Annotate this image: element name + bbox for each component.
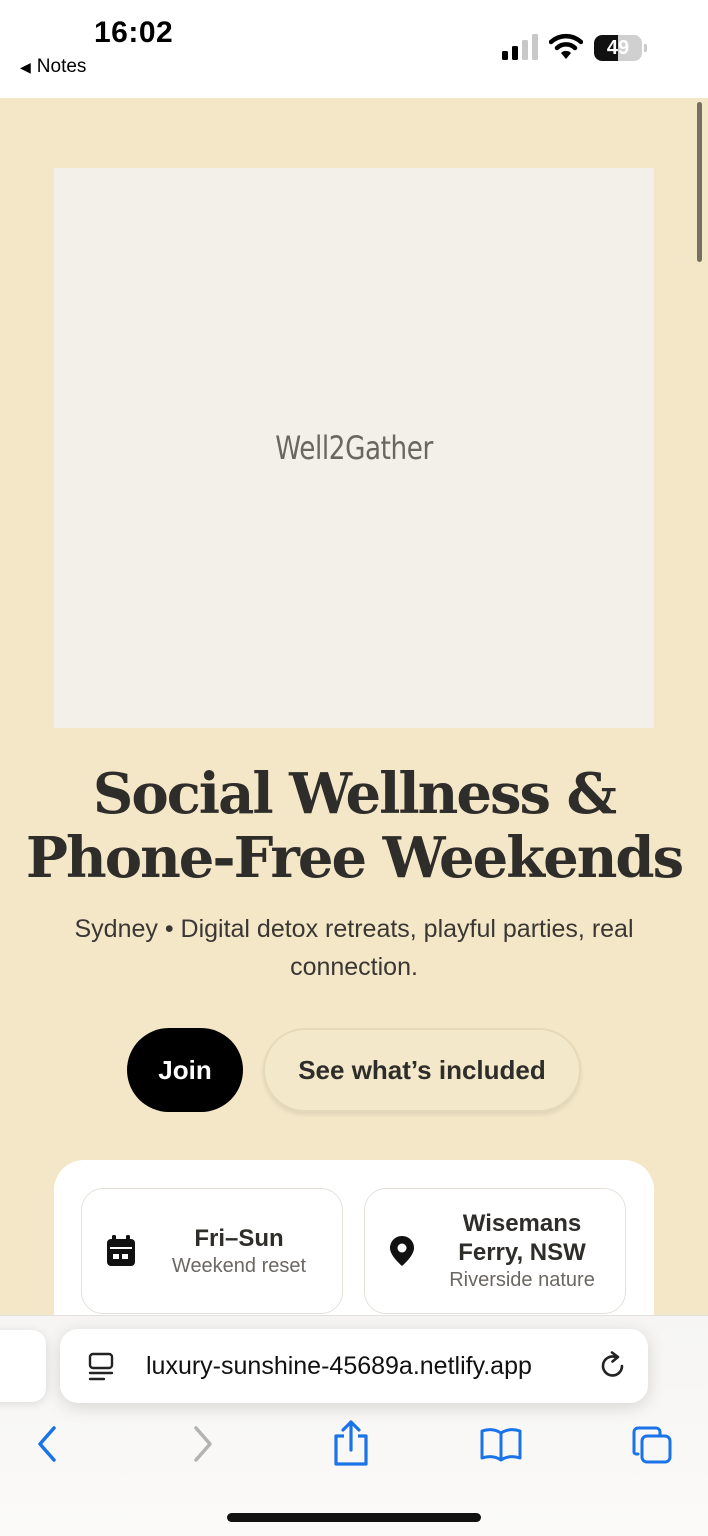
browser-toolbar: luxury-sunshine-45689a.netlify.app xyxy=(0,1315,708,1536)
join-button[interactable]: Join xyxy=(127,1028,243,1112)
url-text[interactable]: luxury-sunshine-45689a.netlify.app xyxy=(146,1329,532,1403)
status-time: 16:02 xyxy=(94,16,174,49)
location-pin-icon xyxy=(390,1236,414,1266)
page-headline: Social Wellness & Phone-Free Weekends xyxy=(0,762,708,890)
headline-line-1: Social Wellness & xyxy=(92,761,617,827)
hero-subtitle: Sydney • Digital detox retreats, playful… xyxy=(74,915,634,981)
date-subtitle: Weekend reset xyxy=(171,1254,307,1277)
cellular-signal-icon xyxy=(502,34,538,60)
location-subtitle: Riverside nature xyxy=(449,1269,595,1291)
date-title: Fri–Sun xyxy=(194,1224,284,1252)
wifi-icon xyxy=(549,33,583,59)
back-to-notes-link[interactable]: ◀ Notes xyxy=(20,56,86,78)
calendar-icon xyxy=(107,1235,135,1266)
location-info-tile: Wisemans Ferry, NSW Riverside nature xyxy=(364,1188,626,1314)
home-indicator[interactable] xyxy=(227,1513,481,1522)
date-info-tile: Fri–Sun Weekend reset xyxy=(81,1188,343,1314)
reload-icon[interactable] xyxy=(598,1351,628,1381)
forward-arrow-icon[interactable] xyxy=(188,1424,216,1464)
battery-icon: 49 xyxy=(594,35,648,61)
hero-image-brand: Well2Gather xyxy=(275,429,433,467)
address-bar[interactable]: luxury-sunshine-45689a.netlify.app xyxy=(60,1329,648,1403)
headline-line-2: Phone-Free Weekends xyxy=(25,825,684,891)
previous-tab-preview[interactable] xyxy=(0,1330,46,1402)
battery-level: 49 xyxy=(606,37,630,59)
location-title: Wisemans Ferry, NSW xyxy=(458,1210,586,1266)
share-icon[interactable] xyxy=(332,1420,370,1466)
tabs-icon[interactable] xyxy=(632,1426,672,1464)
status-bar: 16:02 ◀ Notes 49 xyxy=(0,0,708,98)
back-to-notes-label: Notes xyxy=(36,56,87,77)
back-arrow-icon[interactable] xyxy=(34,1424,62,1464)
page-scrollbar[interactable] xyxy=(697,102,702,262)
page-format-icon[interactable] xyxy=(88,1352,114,1382)
hero-image-placeholder: Well2Gather xyxy=(54,168,654,728)
see-whats-included-button[interactable]: See what’s included xyxy=(263,1028,581,1112)
back-triangle-icon: ◀ xyxy=(20,58,31,75)
bookmarks-icon[interactable] xyxy=(480,1426,522,1462)
